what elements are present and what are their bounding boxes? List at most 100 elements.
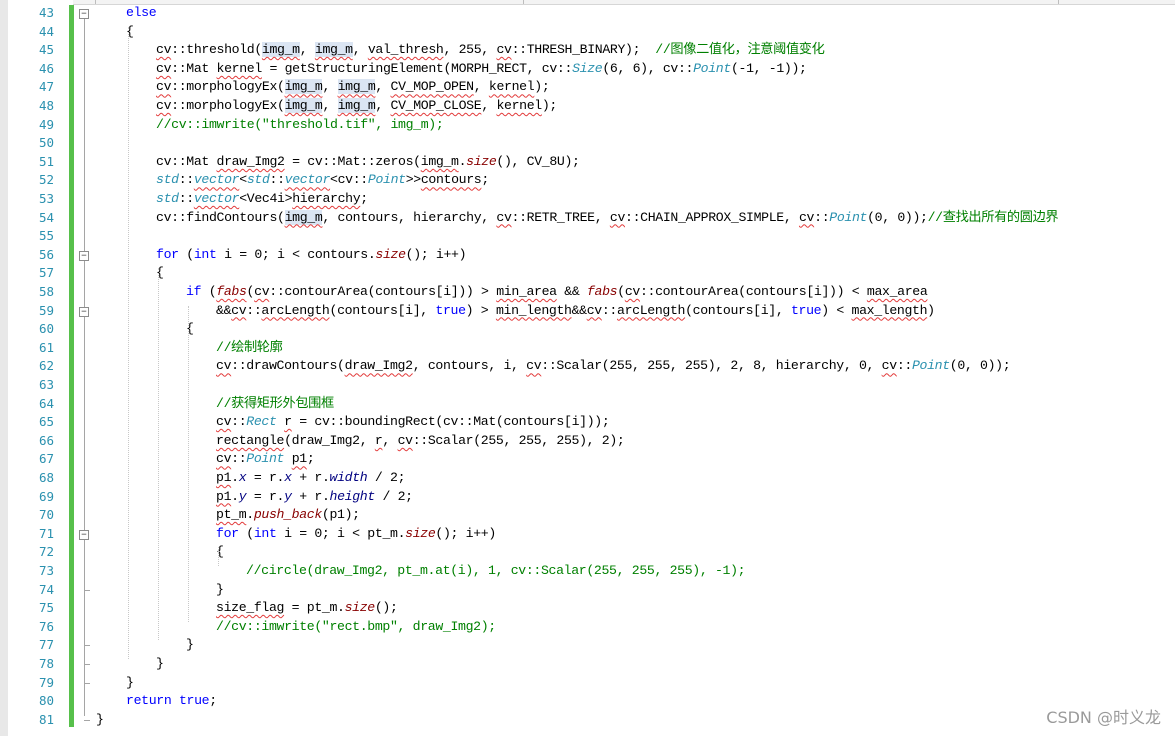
code-token: cv::Mat	[156, 153, 217, 169]
code-token: img_m	[261, 42, 300, 58]
code-token: cv::	[541, 60, 573, 76]
code-token: //图像二值化，注意阈值变化	[655, 42, 825, 58]
code-line[interactable]: cv::morphologyEx(img_m, img_m, CV_MOP_CL…	[156, 97, 557, 116]
code-token: size	[466, 153, 497, 169]
line-number: 78	[38, 656, 54, 671]
fold-toggle-icon[interactable]: −	[79, 9, 89, 19]
code-line[interactable]: return true;	[126, 692, 217, 711]
code-token: (draw_Img2,	[284, 432, 375, 448]
code-token: p1	[216, 488, 232, 504]
indent-guide	[218, 547, 219, 566]
code-token: (), CV_8U);	[496, 153, 580, 169]
code-line[interactable]: }	[186, 636, 194, 655]
code-line[interactable]: p1.x = r.x + r.width / 2;	[216, 469, 406, 488]
code-line[interactable]: //绘制轮廓	[216, 339, 283, 358]
code-token: ::THRESH_BINARY);	[511, 42, 656, 58]
code-token: rectangle	[216, 432, 285, 448]
fold-toggle-icon[interactable]: −	[79, 250, 89, 261]
code-token: ;	[209, 693, 217, 709]
code-token: (contours[i],	[685, 302, 791, 318]
code-token: + r.	[291, 470, 330, 485]
code-line[interactable]: cv::drawContours(draw_Img2, contours, i,…	[216, 357, 1011, 376]
code-line[interactable]: //cv::imwrite("rect.bmp", draw_Img2);	[216, 618, 496, 637]
code-line[interactable]: for (int i = 0; i < pt_m.size(); i++)	[216, 525, 496, 544]
code-token: int	[193, 246, 217, 262]
code-line[interactable]: if (fabs(cv::contourArea(contours[i])) >…	[186, 283, 928, 302]
code-token: (); i++)	[405, 246, 467, 262]
code-token: ::Scalar(255, 255, 255), 2);	[412, 432, 625, 448]
code-token: / 2;	[374, 488, 413, 504]
change-tracking-bar	[69, 5, 74, 727]
code-token: &&	[216, 302, 232, 318]
code-line[interactable]: cv::Mat kernel = getStructuringElement(M…	[156, 60, 807, 79]
code-token: true	[790, 302, 822, 318]
code-token: ,	[481, 98, 497, 113]
fold-toggle-icon[interactable]: −	[79, 306, 89, 317]
code-token: cv	[216, 358, 232, 374]
code-token: img_m	[284, 98, 323, 113]
fold-region-line	[84, 18, 85, 716]
code-line[interactable]: cv::morphologyEx(img_m, img_m, CV_MOP_OP…	[156, 78, 550, 97]
code-line[interactable]: size_flag = pt_m.size();	[216, 599, 398, 618]
code-line[interactable]: cv::Rect r = cv::boundingRect(cv::Mat(co…	[216, 413, 610, 432]
code-token: ,	[299, 42, 315, 58]
code-token: (6, 6),	[602, 60, 663, 76]
code-token: ::RETR_TREE,	[511, 209, 610, 225]
code-line[interactable]: rectangle(draw_Img2, r, cv::Scalar(255, …	[216, 432, 625, 451]
code-token: cv	[526, 358, 542, 374]
code-line[interactable]: &&cv::arcLength(contours[i], true) > min…	[216, 302, 935, 321]
code-token: cv	[496, 42, 512, 58]
fold-toggle-icon[interactable]: −	[79, 529, 89, 540]
code-token: cv	[156, 79, 172, 95]
code-line[interactable]: std::vector<Vec4i>hierarchy;	[156, 190, 368, 209]
code-token: (	[617, 284, 625, 299]
code-token: vector	[193, 172, 240, 188]
code-line[interactable]: p1.y = r.y + r.height / 2;	[216, 488, 413, 507]
code-line[interactable]: }	[216, 581, 224, 600]
line-number: 58	[38, 284, 54, 299]
line-number: 77	[38, 637, 54, 653]
code-line[interactable]: cv::Point p1;	[216, 450, 315, 469]
code-token: size	[405, 525, 436, 541]
code-token: cv	[156, 98, 172, 113]
code-line[interactable]: std::vector<std::vector<cv::Point>>conto…	[156, 171, 489, 190]
code-line[interactable]: //circle(draw_Img2, pt_m.at(i), 1, cv::S…	[246, 562, 746, 581]
code-token: kernel	[488, 79, 535, 95]
line-number: 48	[38, 98, 54, 113]
code-token: (0, 0));	[867, 209, 928, 225]
code-line[interactable]: }	[96, 711, 104, 730]
code-token: CV_MOP_CLOSE	[390, 98, 482, 113]
code-token: = r.	[246, 488, 285, 504]
code-line[interactable]: pt_m.push_back(p1);	[216, 506, 360, 525]
code-editor[interactable]: 43 44 45 46 47 48 49 50 51 52 53 54 55 56 57 58 59 60 61 62…	[0, 0, 1175, 736]
code-line[interactable]: for (int i = 0; i < contours.size(); i++…	[156, 246, 467, 265]
code-token: //cv::imwrite("threshold.tif", img_m);	[156, 116, 444, 132]
code-token: std	[156, 191, 179, 206]
code-line[interactable]: //获得矩形外包围框	[216, 395, 334, 414]
code-area[interactable]: else{cv::threshold(img_m, img_m, val_thr…	[96, 4, 1175, 734]
code-token: x	[284, 470, 292, 485]
code-token: , 255,	[443, 42, 497, 58]
code-line[interactable]: cv::Mat draw_Img2 = cv::Mat::zeros(img_m…	[156, 153, 580, 172]
code-token: Point	[829, 209, 868, 225]
line-number: 61	[38, 339, 54, 355]
code-line[interactable]: cv::findContours(img_m, contours, hierar…	[156, 209, 1059, 228]
code-line[interactable]: //cv::imwrite("threshold.tif", img_m);	[156, 116, 444, 135]
line-number-gutter: 43 44 45 46 47 48 49 50 51 52 53 54 55 56 57 58 59 60 61 62…	[8, 0, 73, 736]
line-number: 59	[38, 302, 54, 318]
code-token: size	[344, 600, 376, 616]
code-line[interactable]: }	[126, 674, 134, 693]
code-token: + r.	[291, 488, 330, 504]
code-line[interactable]: cv::threshold(img_m, img_m, val_thresh, …	[156, 41, 825, 60]
code-token: <Vec4i>	[239, 191, 293, 206]
line-number: 45	[38, 42, 54, 58]
line-number: 54	[38, 209, 54, 225]
code-token: i = 0; i < contours.	[216, 246, 376, 262]
code-token: ,	[322, 98, 338, 113]
code-line[interactable]: }	[156, 655, 164, 674]
code-token: cv::findContours(	[156, 209, 285, 225]
code-token: Point	[367, 172, 406, 188]
code-token: ;	[306, 451, 315, 467]
code-line[interactable]: else	[126, 4, 157, 23]
